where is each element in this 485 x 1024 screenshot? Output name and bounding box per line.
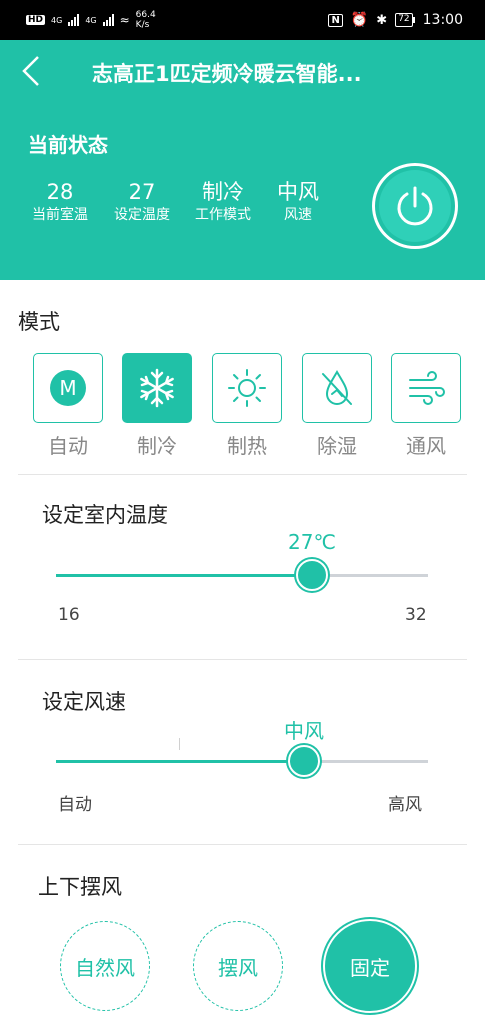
temperature-slider-fill: [56, 574, 312, 577]
mode-label-dehumidify: 除湿: [317, 434, 357, 458]
temperature-slider-thumb[interactable]: [296, 559, 328, 591]
fan-speed-slider-fill: [56, 760, 304, 763]
mode-auto-button[interactable]: M: [33, 353, 103, 423]
divider: [18, 474, 467, 475]
mode-cool-button[interactable]: [122, 353, 192, 423]
swing-title: 上下摆风: [38, 875, 122, 899]
battery-level: 72: [395, 13, 413, 27]
mode-label-auto: 自动: [48, 434, 88, 458]
hd-badge: HD: [26, 15, 46, 25]
swing-fixed-label: 固定: [350, 955, 390, 980]
stat-set-temp: 27 设定温度: [110, 180, 174, 224]
stat-room-temp: 28 当前室温: [28, 180, 92, 224]
clock: 13:00: [422, 12, 463, 28]
mode-title: 模式: [18, 310, 60, 334]
speed-value: 66.4: [135, 10, 156, 20]
stat-fan: 中风 风速: [266, 180, 330, 224]
power-button[interactable]: [372, 163, 458, 249]
signal-icon-2: [102, 14, 114, 26]
stat-value: 28: [46, 180, 74, 204]
fan-speed-tick: [179, 738, 180, 750]
wind-icon: [409, 371, 445, 405]
sun-icon: [228, 369, 266, 407]
swing-natural-button[interactable]: 自然风: [60, 921, 150, 1011]
stat-mode: 制冷 工作模式: [191, 180, 255, 224]
bluetooth-icon: ✱: [376, 12, 388, 28]
svg-text:M: M: [59, 376, 76, 400]
chevron-left-icon: [22, 56, 39, 86]
mode-label-cool: 制冷: [137, 434, 177, 458]
stat-value: 中风: [277, 180, 319, 204]
network-4g-label-2: 4G: [85, 15, 97, 25]
battery-icon: 72: [395, 13, 415, 27]
swing-natural-label: 自然风: [75, 955, 135, 980]
status-bar: HD 4G 4G ≈ 66.4 K/s N ⏰ ✱ 72 13:00: [0, 0, 485, 40]
temperature-title: 设定室内温度: [42, 503, 168, 527]
stat-label: 风速: [284, 207, 312, 223]
back-button[interactable]: [14, 54, 48, 88]
status-right: N ⏰ ✱ 72 13:00: [328, 12, 463, 28]
nfc-icon: N: [328, 13, 343, 27]
network-4g-label-1: 4G: [51, 15, 63, 25]
divider: [18, 844, 467, 845]
fan-speed-title: 设定风速: [42, 690, 126, 714]
current-state-title: 当前状态: [28, 133, 108, 157]
temperature-max: 32: [405, 605, 427, 625]
network-speed: 66.4 K/s: [136, 10, 156, 30]
page-title: 志高正1匹定频冷暖云智能...: [92, 62, 362, 86]
divider: [18, 659, 467, 660]
mode-vent-button[interactable]: [391, 353, 461, 423]
header: 志高正1匹定频冷暖云智能... 当前状态 28 当前室温 27 设定温度 制冷 …: [0, 40, 485, 280]
mode-label-heat: 制热: [227, 434, 267, 458]
dehumidify-icon: [322, 370, 352, 405]
fan-speed-slider-thumb[interactable]: [288, 745, 320, 777]
mode-heat-button[interactable]: [212, 353, 282, 423]
temperature-min: 16: [58, 605, 80, 625]
power-icon: [397, 186, 433, 226]
snowflake-icon: [140, 368, 174, 408]
swing-oscillate-label: 摆风: [218, 955, 258, 980]
stat-value: 27: [128, 180, 156, 204]
fan-speed-max: 高风: [388, 795, 422, 815]
fan-speed-min: 自动: [58, 795, 92, 815]
swing-oscillate-button[interactable]: 摆风: [193, 921, 283, 1011]
speed-unit: K/s: [135, 20, 150, 30]
wifi-icon: ≈: [119, 13, 130, 27]
mode-dehumidify-button[interactable]: [302, 353, 372, 423]
swing-fixed-button[interactable]: 固定: [323, 919, 417, 1013]
alarm-icon: ⏰: [350, 12, 369, 28]
stat-label: 工作模式: [195, 207, 251, 223]
temperature-value: 27℃: [288, 530, 336, 554]
status-left: HD 4G 4G ≈ 66.4 K/s: [26, 10, 156, 30]
signal-icon: [68, 14, 80, 26]
mode-label-vent: 通风: [406, 434, 446, 458]
fan-speed-value: 中风: [284, 719, 324, 743]
stat-label: 当前室温: [32, 207, 88, 223]
auto-m-icon: M: [50, 370, 86, 406]
stat-label: 设定温度: [114, 207, 170, 223]
stat-value: 制冷: [202, 180, 244, 204]
